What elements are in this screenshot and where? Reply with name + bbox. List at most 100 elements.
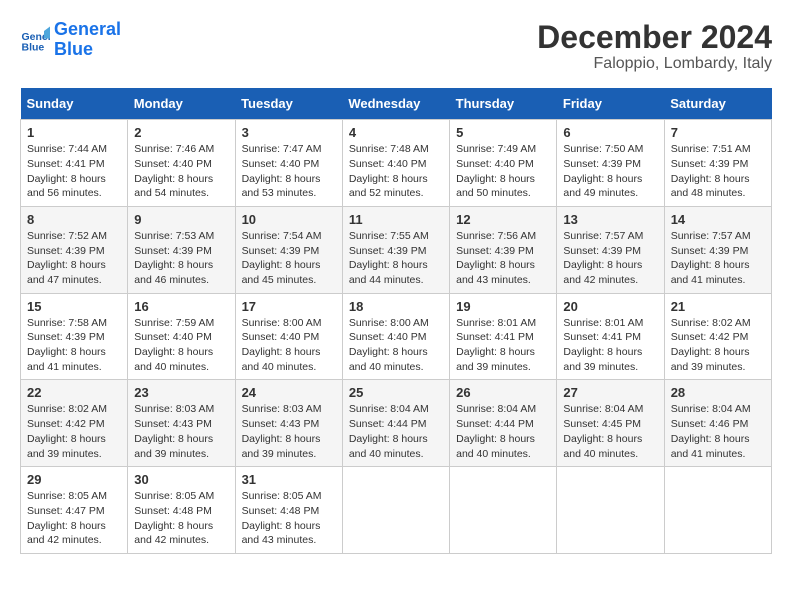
- weekday-header-wednesday: Wednesday: [342, 88, 449, 120]
- calendar-cell: 9 Sunrise: 7:53 AM Sunset: 4:39 PM Dayli…: [128, 206, 235, 293]
- day-number: 23: [134, 385, 228, 400]
- calendar-cell: 17 Sunrise: 8:00 AM Sunset: 4:40 PM Dayl…: [235, 293, 342, 380]
- day-info: Sunrise: 7:58 AM Sunset: 4:39 PM Dayligh…: [27, 316, 121, 375]
- day-info: Sunrise: 7:47 AM Sunset: 4:40 PM Dayligh…: [242, 142, 336, 201]
- day-number: 9: [134, 212, 228, 227]
- calendar-cell: 12 Sunrise: 7:56 AM Sunset: 4:39 PM Dayl…: [450, 206, 557, 293]
- calendar-cell: 23 Sunrise: 8:03 AM Sunset: 4:43 PM Dayl…: [128, 380, 235, 467]
- logo: General Blue GeneralBlue: [20, 20, 121, 60]
- day-info: Sunrise: 8:03 AM Sunset: 4:43 PM Dayligh…: [242, 402, 336, 461]
- day-number: 21: [671, 299, 765, 314]
- calendar-cell: 2 Sunrise: 7:46 AM Sunset: 4:40 PM Dayli…: [128, 120, 235, 207]
- day-number: 13: [563, 212, 657, 227]
- calendar-cell: 20 Sunrise: 8:01 AM Sunset: 4:41 PM Dayl…: [557, 293, 664, 380]
- calendar-cell: 3 Sunrise: 7:47 AM Sunset: 4:40 PM Dayli…: [235, 120, 342, 207]
- calendar-cell: 16 Sunrise: 7:59 AM Sunset: 4:40 PM Dayl…: [128, 293, 235, 380]
- calendar-cell: [557, 467, 664, 554]
- day-number: 14: [671, 212, 765, 227]
- logo-text: GeneralBlue: [54, 20, 121, 60]
- calendar-cell: 29 Sunrise: 8:05 AM Sunset: 4:47 PM Dayl…: [21, 467, 128, 554]
- day-info: Sunrise: 7:52 AM Sunset: 4:39 PM Dayligh…: [27, 229, 121, 288]
- day-info: Sunrise: 7:48 AM Sunset: 4:40 PM Dayligh…: [349, 142, 443, 201]
- day-number: 24: [242, 385, 336, 400]
- calendar-cell: 30 Sunrise: 8:05 AM Sunset: 4:48 PM Dayl…: [128, 467, 235, 554]
- calendar-week-row: 15 Sunrise: 7:58 AM Sunset: 4:39 PM Dayl…: [21, 293, 772, 380]
- day-number: 3: [242, 125, 336, 140]
- logo-icon: General Blue: [20, 25, 50, 55]
- calendar-cell: 10 Sunrise: 7:54 AM Sunset: 4:39 PM Dayl…: [235, 206, 342, 293]
- calendar-cell: 18 Sunrise: 8:00 AM Sunset: 4:40 PM Dayl…: [342, 293, 449, 380]
- day-number: 31: [242, 472, 336, 487]
- day-number: 1: [27, 125, 121, 140]
- day-number: 10: [242, 212, 336, 227]
- day-info: Sunrise: 8:04 AM Sunset: 4:44 PM Dayligh…: [456, 402, 550, 461]
- svg-text:Blue: Blue: [22, 41, 45, 53]
- day-info: Sunrise: 8:04 AM Sunset: 4:46 PM Dayligh…: [671, 402, 765, 461]
- day-info: Sunrise: 8:03 AM Sunset: 4:43 PM Dayligh…: [134, 402, 228, 461]
- day-info: Sunrise: 8:05 AM Sunset: 4:47 PM Dayligh…: [27, 489, 121, 548]
- calendar-cell: 22 Sunrise: 8:02 AM Sunset: 4:42 PM Dayl…: [21, 380, 128, 467]
- day-info: Sunrise: 8:00 AM Sunset: 4:40 PM Dayligh…: [242, 316, 336, 375]
- calendar-cell: 27 Sunrise: 8:04 AM Sunset: 4:45 PM Dayl…: [557, 380, 664, 467]
- day-info: Sunrise: 7:54 AM Sunset: 4:39 PM Dayligh…: [242, 229, 336, 288]
- calendar-cell: 14 Sunrise: 7:57 AM Sunset: 4:39 PM Dayl…: [664, 206, 771, 293]
- weekday-header-saturday: Saturday: [664, 88, 771, 120]
- day-info: Sunrise: 7:57 AM Sunset: 4:39 PM Dayligh…: [671, 229, 765, 288]
- page-header: General Blue GeneralBlue December 2024 F…: [20, 20, 772, 73]
- day-number: 16: [134, 299, 228, 314]
- day-number: 26: [456, 385, 550, 400]
- day-number: 27: [563, 385, 657, 400]
- calendar-table: SundayMondayTuesdayWednesdayThursdayFrid…: [20, 88, 772, 554]
- weekday-header-thursday: Thursday: [450, 88, 557, 120]
- day-info: Sunrise: 7:50 AM Sunset: 4:39 PM Dayligh…: [563, 142, 657, 201]
- calendar-cell: 26 Sunrise: 8:04 AM Sunset: 4:44 PM Dayl…: [450, 380, 557, 467]
- weekday-header-monday: Monday: [128, 88, 235, 120]
- day-info: Sunrise: 8:04 AM Sunset: 4:45 PM Dayligh…: [563, 402, 657, 461]
- calendar-cell: 4 Sunrise: 7:48 AM Sunset: 4:40 PM Dayli…: [342, 120, 449, 207]
- day-number: 28: [671, 385, 765, 400]
- day-number: 17: [242, 299, 336, 314]
- day-number: 25: [349, 385, 443, 400]
- calendar-cell: 11 Sunrise: 7:55 AM Sunset: 4:39 PM Dayl…: [342, 206, 449, 293]
- calendar-cell: 21 Sunrise: 8:02 AM Sunset: 4:42 PM Dayl…: [664, 293, 771, 380]
- calendar-week-row: 1 Sunrise: 7:44 AM Sunset: 4:41 PM Dayli…: [21, 120, 772, 207]
- calendar-cell: 15 Sunrise: 7:58 AM Sunset: 4:39 PM Dayl…: [21, 293, 128, 380]
- weekday-header-sunday: Sunday: [21, 88, 128, 120]
- day-number: 29: [27, 472, 121, 487]
- calendar-cell: [342, 467, 449, 554]
- day-number: 19: [456, 299, 550, 314]
- day-number: 20: [563, 299, 657, 314]
- calendar-cell: 8 Sunrise: 7:52 AM Sunset: 4:39 PM Dayli…: [21, 206, 128, 293]
- weekday-header-friday: Friday: [557, 88, 664, 120]
- day-info: Sunrise: 8:01 AM Sunset: 4:41 PM Dayligh…: [563, 316, 657, 375]
- calendar-week-row: 22 Sunrise: 8:02 AM Sunset: 4:42 PM Dayl…: [21, 380, 772, 467]
- day-info: Sunrise: 8:01 AM Sunset: 4:41 PM Dayligh…: [456, 316, 550, 375]
- calendar-cell: 24 Sunrise: 8:03 AM Sunset: 4:43 PM Dayl…: [235, 380, 342, 467]
- day-number: 8: [27, 212, 121, 227]
- day-number: 11: [349, 212, 443, 227]
- day-number: 7: [671, 125, 765, 140]
- calendar-cell: 7 Sunrise: 7:51 AM Sunset: 4:39 PM Dayli…: [664, 120, 771, 207]
- day-info: Sunrise: 7:46 AM Sunset: 4:40 PM Dayligh…: [134, 142, 228, 201]
- day-info: Sunrise: 8:05 AM Sunset: 4:48 PM Dayligh…: [134, 489, 228, 548]
- day-info: Sunrise: 7:53 AM Sunset: 4:39 PM Dayligh…: [134, 229, 228, 288]
- day-info: Sunrise: 8:02 AM Sunset: 4:42 PM Dayligh…: [671, 316, 765, 375]
- calendar-cell: 19 Sunrise: 8:01 AM Sunset: 4:41 PM Dayl…: [450, 293, 557, 380]
- calendar-cell: 1 Sunrise: 7:44 AM Sunset: 4:41 PM Dayli…: [21, 120, 128, 207]
- weekday-header-tuesday: Tuesday: [235, 88, 342, 120]
- calendar-week-row: 29 Sunrise: 8:05 AM Sunset: 4:47 PM Dayl…: [21, 467, 772, 554]
- calendar-cell: [664, 467, 771, 554]
- calendar-cell: [450, 467, 557, 554]
- calendar-cell: 25 Sunrise: 8:04 AM Sunset: 4:44 PM Dayl…: [342, 380, 449, 467]
- day-number: 22: [27, 385, 121, 400]
- calendar-week-row: 8 Sunrise: 7:52 AM Sunset: 4:39 PM Dayli…: [21, 206, 772, 293]
- day-number: 4: [349, 125, 443, 140]
- day-info: Sunrise: 7:55 AM Sunset: 4:39 PM Dayligh…: [349, 229, 443, 288]
- calendar-cell: 13 Sunrise: 7:57 AM Sunset: 4:39 PM Dayl…: [557, 206, 664, 293]
- day-info: Sunrise: 8:00 AM Sunset: 4:40 PM Dayligh…: [349, 316, 443, 375]
- calendar-cell: 31 Sunrise: 8:05 AM Sunset: 4:48 PM Dayl…: [235, 467, 342, 554]
- day-info: Sunrise: 7:57 AM Sunset: 4:39 PM Dayligh…: [563, 229, 657, 288]
- month-title: December 2024: [537, 20, 772, 55]
- location: Faloppio, Lombardy, Italy: [537, 55, 772, 73]
- day-info: Sunrise: 7:49 AM Sunset: 4:40 PM Dayligh…: [456, 142, 550, 201]
